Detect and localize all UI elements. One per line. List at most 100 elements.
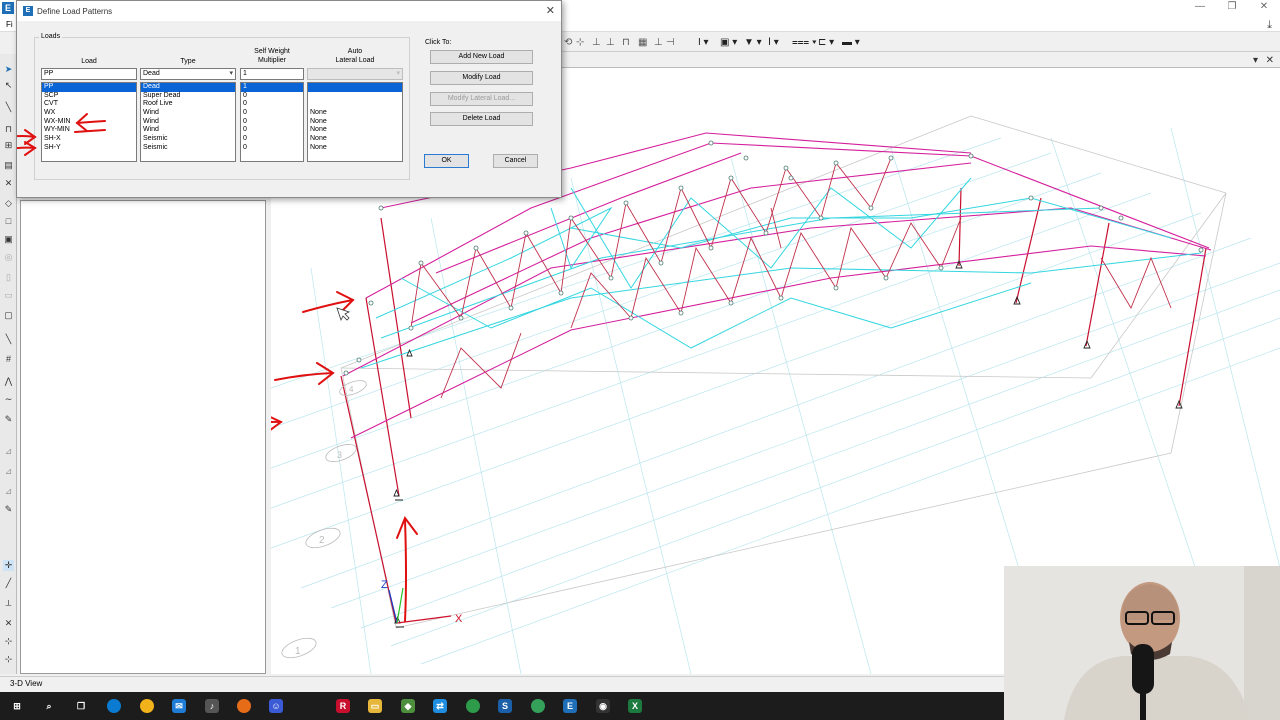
chrome-profile-icon[interactable] [466,699,480,713]
tool-snap-icon[interactable]: ⊥ [606,37,615,48]
people-icon[interactable]: ☺ [269,699,283,713]
windows-start-icon[interactable]: ⊞ [10,699,24,713]
list-item[interactable]: Wind [141,118,235,127]
excel-icon[interactable]: X [628,699,642,713]
list-item[interactable]: 0 [241,118,303,127]
draw-beam-icon[interactable]: ⊓ [3,124,14,135]
cancel-button[interactable]: Cancel [493,154,538,168]
firefox-icon[interactable] [237,699,251,713]
list-item[interactable]: 0 [241,100,303,109]
tool-snap-icon[interactable]: ⊣ [666,37,675,48]
list-item[interactable]: None [308,109,402,118]
chrome-browser-icon[interactable] [140,699,154,713]
list-item[interactable]: 1 [241,83,303,92]
viewport-dropdown-icon[interactable]: ▾ [1253,54,1258,67]
draw-deck-icon[interactable]: ▯ [3,272,14,283]
list-item[interactable] [308,92,402,101]
list-item[interactable]: None [308,144,402,153]
list-item[interactable]: Roof Live [141,100,235,109]
search-icon[interactable]: ⌕ [42,699,56,713]
list-item[interactable]: None [308,126,402,135]
draw-point-icon[interactable]: ▢ [3,310,14,321]
tool-snap-icon[interactable]: ⊥ [592,37,601,48]
tool-snap-icon[interactable]: ⊓ [622,37,630,48]
type-list[interactable]: Dead Super Dead Roof Live Wind Wind Wind… [140,82,236,162]
list-item[interactable]: 0 [241,126,303,135]
tool-filter-icon[interactable]: ▼ ▾ [744,37,762,48]
multiplier-list[interactable]: 1 0 0 0 0 0 0 0 [240,82,304,162]
list-item[interactable]: Super Dead [141,92,235,101]
snap-midpoint-icon[interactable]: ✕ [3,618,14,629]
modify-lateral-load-button[interactable]: Modify Lateral Load... [430,92,533,106]
safe-app-icon[interactable]: S [498,699,512,713]
snap-perpendicular-icon[interactable]: ⟂ [3,598,14,609]
tool-line-icon[interactable]: ▬ ▾ [842,37,860,48]
auto-lateral-select[interactable]: ▾ [307,68,403,80]
etabs-taskbar-icon[interactable]: E [563,699,577,713]
ok-button[interactable]: OK [424,154,469,168]
menu-file[interactable]: Fi [6,20,13,29]
list-item[interactable]: Seismic [141,135,235,144]
snap-line-icon[interactable]: ╱ [3,578,14,589]
list-item[interactable]: Wind [141,126,235,135]
mail-icon[interactable]: ✉ [172,699,186,713]
app-icon[interactable]: ◆ [401,699,415,713]
draw-link-icon[interactable]: ╲ [3,334,14,345]
modify-load-button[interactable]: Modify Load [430,71,533,85]
snap-grid-icon[interactable]: ⊹ [3,654,14,665]
close-window-icon[interactable]: ✕ [1248,0,1280,18]
snap-intersection-icon[interactable]: ✛ [3,560,14,571]
chrome-profile-icon[interactable] [531,699,545,713]
task-view-icon[interactable]: ❐ [74,699,88,713]
self-weight-multiplier-input[interactable]: 1 [240,68,304,80]
list-item[interactable]: None [308,135,402,144]
list-item[interactable]: 0 [241,109,303,118]
assign-icon[interactable]: ⊿ [3,466,14,477]
list-item[interactable] [308,83,402,92]
draw-dimension-icon[interactable]: ✎ [3,414,14,425]
music-icon[interactable]: ♪ [205,699,219,713]
draw-column-icon[interactable]: ⊞ [3,140,14,151]
draw-opening-icon[interactable]: ◎ [3,252,14,263]
restore-icon[interactable]: ❐ [1216,0,1248,18]
list-item[interactable]: Wind [141,109,235,118]
delete-load-button[interactable]: Delete Load [430,112,533,126]
select-brush-icon[interactable]: ✎ [3,504,14,515]
list-item[interactable]: 0 [241,144,303,153]
draw-spring-icon[interactable]: ∼ [3,394,14,405]
recorder-icon[interactable]: ◉ [596,699,610,713]
list-item[interactable]: Dead [141,83,235,92]
load-type-select[interactable]: Dead ▾ [140,68,236,80]
pointer-icon[interactable]: ➤ [3,64,14,75]
tool-area-icon[interactable]: ⊏ ▾ [818,37,834,48]
list-item[interactable]: 0 [241,135,303,144]
model-explorer-panel[interactable] [20,200,266,674]
tool-move-icon[interactable]: ⊹ [576,37,584,48]
file-explorer-icon[interactable]: ▭ [368,699,382,713]
list-item[interactable]: 0 [241,92,303,101]
draw-brace-icon[interactable]: ✕ [3,178,14,189]
tool-grid-icon[interactable]: ▦ [638,37,647,48]
draw-grid-icon[interactable]: # [3,354,14,365]
viewport-close-icon[interactable]: ✕ [1266,54,1274,67]
draw-slab-icon[interactable]: □ [3,216,14,227]
draw-tendon-icon[interactable]: ⋀ [3,376,14,387]
minimize-icon[interactable]: — [1184,0,1216,18]
draw-line-icon[interactable]: ╲ [3,102,14,113]
reshape-icon[interactable]: ↖ [3,80,14,91]
list-item[interactable] [308,100,402,109]
tool-column-icon[interactable]: Ⅰ ▾ [768,37,779,48]
edge-browser-icon[interactable] [107,699,121,713]
revit-icon[interactable]: R [336,699,350,713]
tool-rotate-icon[interactable]: ⟲ [564,37,572,48]
add-new-load-button[interactable]: Add New Load [430,50,533,64]
tool-frame-icon[interactable]: ▣ ▾ [720,37,737,48]
draw-area-icon[interactable]: ◇ [3,198,14,209]
draw-panel-icon[interactable]: ▭ [3,290,14,301]
snap-end-icon[interactable]: ⊹ [3,636,14,647]
assign-icon[interactable]: ⊿ [3,446,14,457]
assign-icon[interactable]: ⊿ [3,486,14,497]
tool-text-icon[interactable]: I ▾ [698,37,709,48]
tool-brace-icon[interactable]: ⩶ ▾ [792,37,817,48]
list-item[interactable]: None [308,118,402,127]
